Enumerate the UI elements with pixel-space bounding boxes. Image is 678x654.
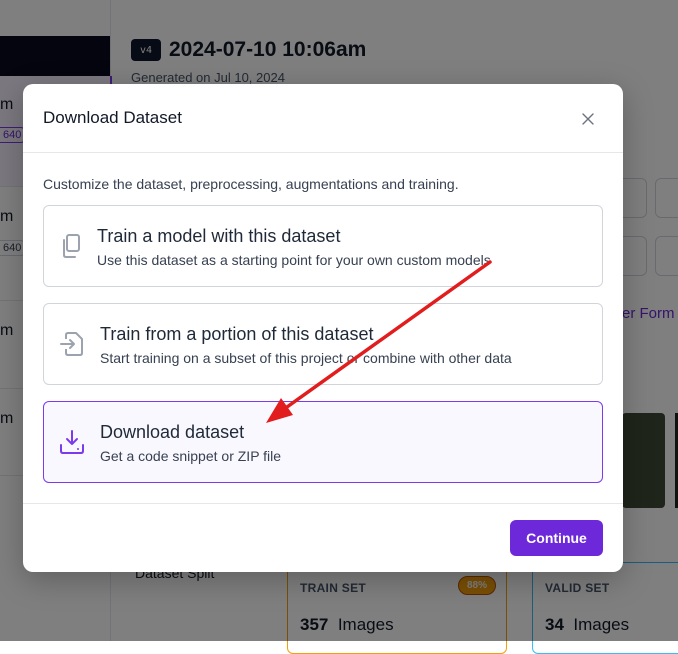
option-download-dataset[interactable]: Download dataset Get a code snippet or Z… (43, 401, 603, 483)
download-tray-icon (60, 430, 84, 454)
modal-footer-divider (23, 503, 623, 504)
import-file-icon (60, 332, 83, 356)
option-description: Start training on a subset of this proje… (100, 350, 512, 366)
option-description: Get a code snippet or ZIP file (100, 448, 282, 464)
option-title: Train from a portion of this dataset (100, 324, 374, 344)
download-dataset-modal: Download Dataset Customize the dataset, … (23, 84, 623, 572)
option-description: Use this dataset as a starting point for… (97, 252, 491, 268)
option-train-portion[interactable]: Train from a portion of this dataset Sta… (43, 303, 603, 385)
continue-button[interactable]: Continue (510, 520, 603, 556)
option-title: Download dataset (100, 422, 245, 442)
modal-subtitle: Customize the dataset, preprocessing, au… (43, 176, 459, 192)
option-train-model[interactable]: Train a model with this dataset Use this… (43, 205, 603, 287)
modal-header: Download Dataset (23, 84, 623, 153)
option-title: Train a model with this dataset (97, 226, 341, 246)
copy-icon (63, 234, 80, 258)
modal-title: Download Dataset (43, 108, 182, 127)
close-icon[interactable] (577, 108, 599, 130)
